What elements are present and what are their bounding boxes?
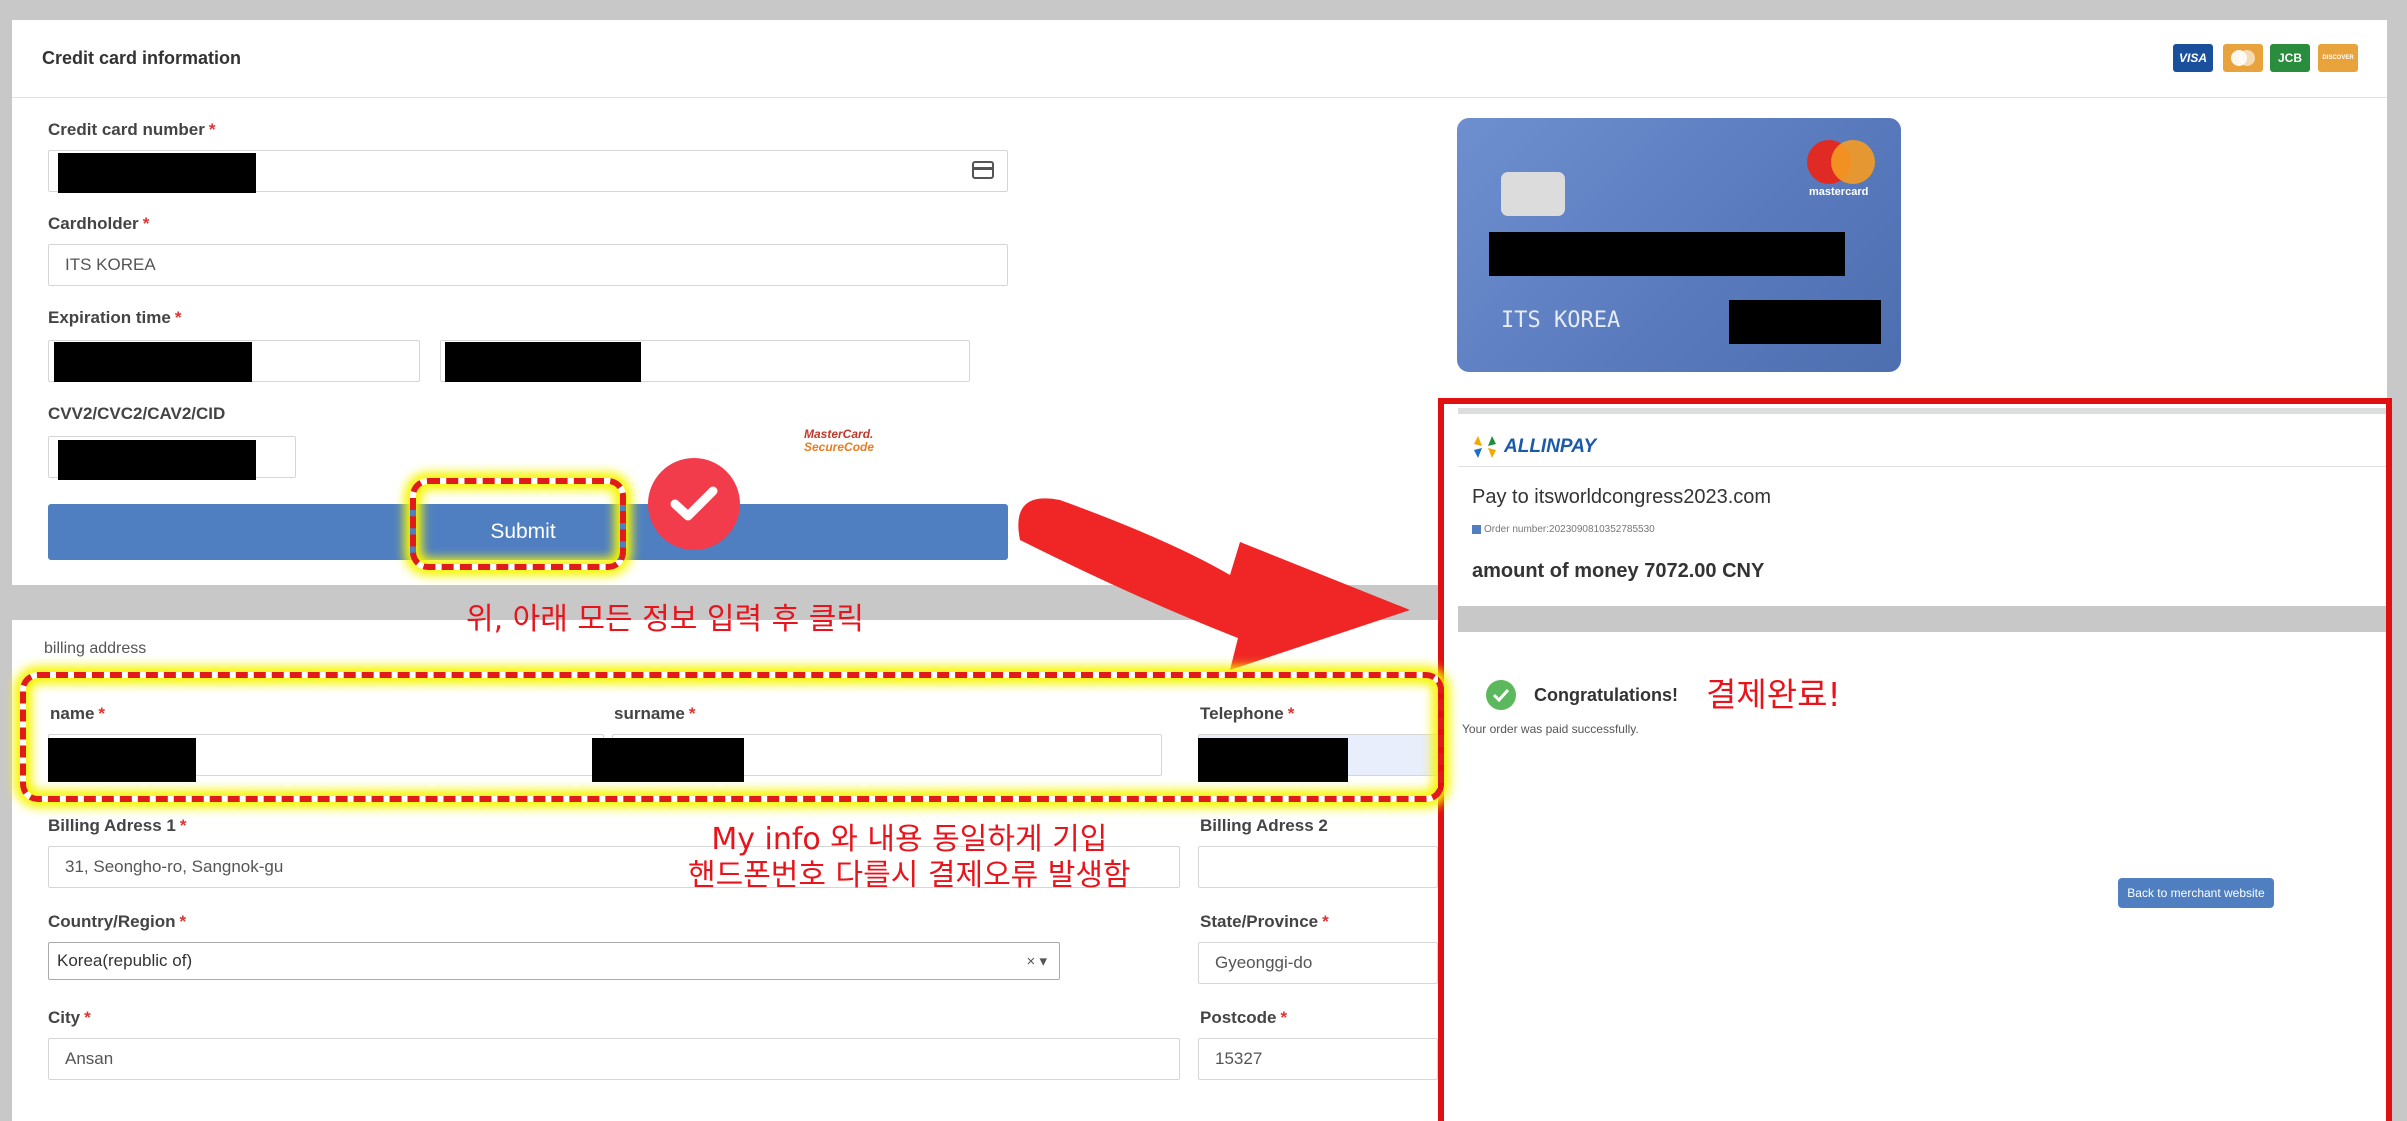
redacted-expiration-year	[445, 342, 641, 382]
cardholder-input[interactable]: ITS KOREA	[48, 244, 1008, 286]
card-panel-header-divider	[12, 97, 2387, 98]
country-label: Country/Region *	[48, 912, 187, 931]
mastercard-icon	[2223, 44, 2263, 72]
card-preview: mastercard ITS KOREA	[1457, 118, 1901, 372]
pay-to-text: Pay to itsworldcongress2023.com	[1472, 486, 1772, 508]
address1-label: Billing Adress 1 *	[48, 816, 187, 835]
city-value: Ansan	[65, 1049, 114, 1068]
paid-message: Your order was paid successfully.	[1462, 722, 1639, 736]
postcode-input[interactable]: 15327	[1198, 1038, 1438, 1080]
payment-header-divider	[1458, 466, 2386, 467]
order-number: Order number:2023090810352785530	[1472, 524, 1655, 535]
cvv-label: CVV2/CVC2/CAV2/CID	[48, 404, 226, 423]
cardholder-value: ITS KOREA	[65, 255, 156, 274]
expiration-label: Expiration time *	[48, 308, 182, 327]
info-hint-line1: My info 와 내용 동일하게 기입	[711, 822, 1108, 857]
jcb-icon: JCB	[2270, 44, 2310, 72]
card-number-label: Credit card number *	[48, 120, 216, 139]
success-check-icon	[1486, 680, 1516, 710]
country-value: Korea(republic of)	[57, 951, 193, 970]
card-section-title: Credit card information	[42, 48, 242, 68]
info-hint-line2: 핸드폰번호 다를시 결제오류 발생함	[688, 858, 1131, 893]
redacted-card-number-preview	[1489, 232, 1845, 276]
city-input[interactable]: Ansan	[48, 1038, 1180, 1080]
card-icon	[972, 161, 994, 184]
payment-complete-annotation: 결제완료!	[1706, 675, 1841, 714]
billing-section-label: billing address	[44, 640, 147, 657]
checkmark-badge-icon	[648, 458, 740, 550]
click-hint-annotation: 위, 아래 모든 정보 입력 후 클릭	[466, 602, 864, 637]
mastercard-logo-icon	[1801, 138, 1881, 193]
securecode-line2: SecureCode	[804, 440, 875, 454]
amount-text: amount of money 7072.00 CNY	[1472, 560, 1765, 582]
state-label: State/Province *	[1200, 912, 1329, 931]
order-number-text: Order number:2023090810352785530	[1484, 524, 1655, 535]
back-to-merchant-label: Back to merchant website	[2127, 886, 2265, 900]
redacted-card-number	[58, 153, 256, 193]
discover-icon: DISCOVER	[2318, 44, 2358, 72]
annotation-arrow	[1018, 498, 1410, 670]
postcode-label: Postcode *	[1200, 1008, 1288, 1027]
billing-fields-highlight	[20, 672, 1444, 802]
visa-icon: VISA	[2173, 44, 2213, 72]
card-chip	[1501, 172, 1565, 216]
redacted-card-expiry-preview	[1729, 300, 1881, 344]
address2-label: Billing Adress 2	[1200, 816, 1328, 835]
state-input[interactable]: Gyeonggi-do	[1198, 942, 1438, 984]
mastercard-securecode-logo: MasterCard. SecureCode	[804, 428, 874, 454]
address2-input[interactable]	[1198, 846, 1438, 888]
redacted-expiration-month	[54, 342, 252, 382]
allinpay-logo: ALLINPAY	[1472, 434, 1596, 460]
card-holder-preview: ITS KOREA	[1501, 308, 1621, 333]
city-label: City *	[48, 1008, 91, 1027]
country-select[interactable]: Korea(republic of) × ▾	[48, 942, 1060, 980]
cardholder-label: Cardholder *	[48, 214, 150, 233]
redacted-cvv	[58, 440, 256, 480]
allinpay-icon	[1474, 436, 1496, 458]
back-to-merchant-button[interactable]: Back to merchant website	[2118, 878, 2274, 908]
info-hint-annotation: My info 와 내용 동일하게 기입 핸드폰번호 다를시 결제오류 발생함	[688, 822, 1131, 894]
address1-value: 31, Seongho-ro, Sangnok-gu	[65, 857, 284, 876]
clear-and-dropdown-icon[interactable]: × ▾	[1027, 952, 1047, 970]
postcode-value: 15327	[1215, 1049, 1263, 1068]
state-value: Gyeonggi-do	[1215, 953, 1313, 972]
allinpay-logo-text: ALLINPAY	[1504, 436, 1597, 457]
payment-result-topbar	[1458, 408, 2386, 414]
payment-result-frame: ALLINPAY Pay to itsworldcongress2023.com…	[1438, 398, 2392, 1121]
submit-highlight	[410, 478, 626, 570]
card-brand-text: mastercard	[1809, 186, 1869, 198]
order-icon	[1472, 525, 1481, 534]
payment-gray-band	[1458, 606, 2386, 632]
congratulations-text: Congratulations!	[1534, 685, 1678, 705]
